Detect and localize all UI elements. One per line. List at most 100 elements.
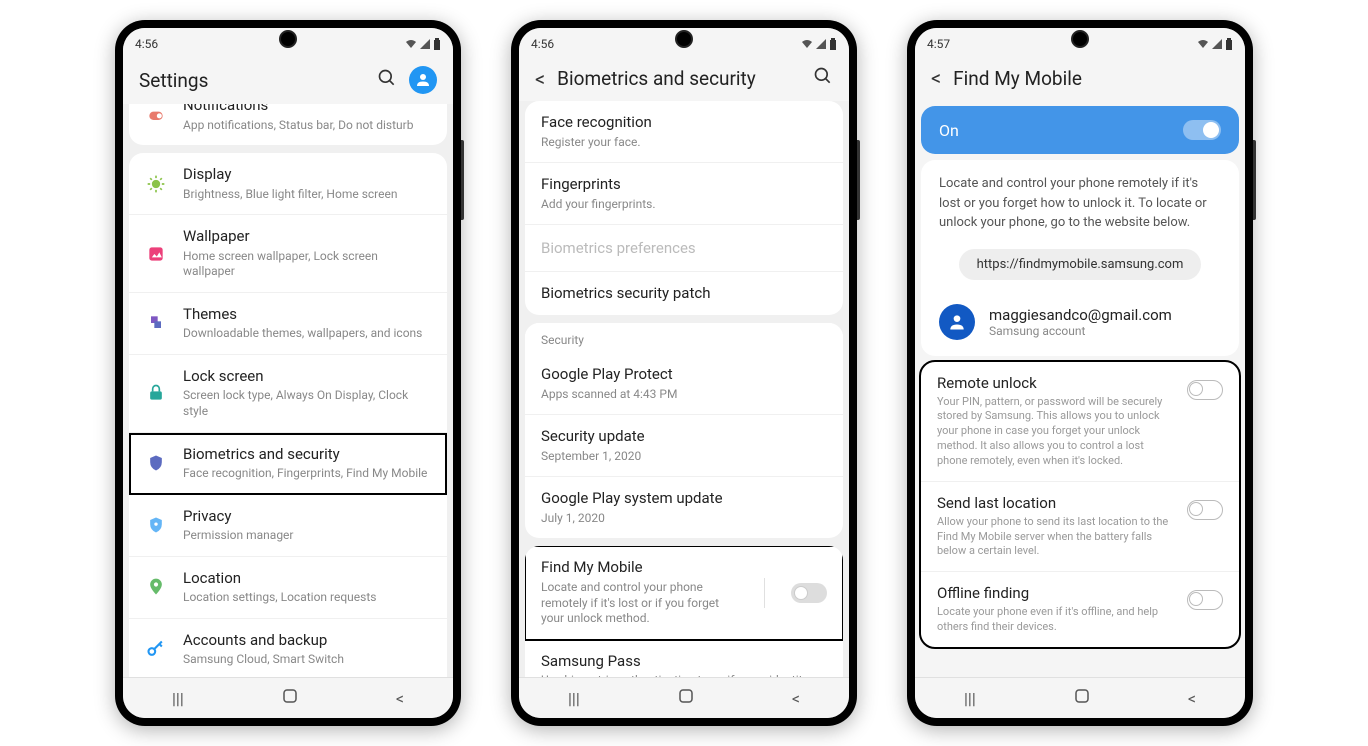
nav-home-icon[interactable]	[282, 688, 298, 708]
option-remote-unlock[interactable]: Remote unlock Your PIN, pattern, or pass…	[921, 362, 1239, 482]
camera-hole	[675, 30, 693, 48]
fmm-content[interactable]: On Locate and control your phone remotel…	[915, 100, 1245, 677]
option-text: Remote unlock Your PIN, pattern, or pass…	[937, 374, 1175, 469]
item-text: Accounts and backup Samsung Cloud, Smart…	[183, 631, 431, 668]
item-text: Security update September 1, 2020	[541, 427, 827, 464]
nav-back-icon[interactable]: <	[396, 689, 404, 708]
master-toggle[interactable]	[1183, 120, 1221, 140]
screen-2: 4:56 < Biometrics and security Face reco…	[519, 28, 849, 718]
nav-recent-icon[interactable]: |||	[568, 689, 580, 708]
fmm-options-highlighted: Remote unlock Your PIN, pattern, or pass…	[921, 362, 1239, 647]
nav-bar: ||| <	[519, 677, 849, 718]
on-label: On	[939, 121, 959, 140]
item-sub: Locate and control your phone remotely i…	[541, 580, 738, 627]
item-sub: Add your fingerprints.	[541, 197, 827, 213]
option-title: Send last location	[937, 494, 1175, 512]
clock: 4:56	[531, 37, 554, 51]
item-text: Samsung Pass Use biometric authenticatio…	[541, 652, 827, 677]
divider	[764, 578, 765, 608]
item-samsung-pass[interactable]: Samsung Pass Use biometric authenticatio…	[525, 640, 843, 677]
section-header-security: Security	[525, 323, 843, 353]
master-toggle-banner[interactable]: On	[921, 106, 1239, 154]
nav-back-icon[interactable]: <	[1188, 689, 1196, 708]
item-text: Find My Mobile Locate and control your p…	[541, 558, 738, 626]
phone-frame-3: 4:57 < Find My Mobile On Locate and cont…	[907, 20, 1253, 726]
page-title: Biometrics and security	[557, 67, 801, 90]
search-icon[interactable]	[813, 66, 833, 91]
settings-item-privacy[interactable]: Privacy Permission manager	[129, 495, 447, 557]
item-title: Display	[183, 165, 431, 185]
item-title: Face recognition	[541, 113, 827, 133]
item-face-recognition[interactable]: Face recognition Register your face.	[525, 101, 843, 163]
settings-list[interactable]: Notifications App notifications, Status …	[123, 104, 453, 677]
item-text: Lock screen Screen lock type, Always On …	[183, 367, 431, 420]
item-google-play-protect[interactable]: Google Play Protect Apps scanned at 4:43…	[525, 353, 843, 415]
settings-item-shield[interactable]: Biometrics and security Face recognition…	[129, 433, 447, 495]
nav-recent-icon[interactable]: |||	[172, 689, 184, 708]
biometrics-list[interactable]: Face recognition Register your face. Fin…	[519, 101, 849, 677]
item-sub: Downloadable themes, wallpapers, and ico…	[183, 326, 431, 342]
info-card: Locate and control your phone remotely i…	[921, 160, 1239, 356]
item-security-update[interactable]: Security update September 1, 2020	[525, 415, 843, 477]
settings-item-lock[interactable]: Lock screen Screen lock type, Always On …	[129, 355, 447, 433]
item-text: Themes Downloadable themes, wallpapers, …	[183, 305, 431, 342]
nav-home-icon[interactable]	[1074, 688, 1090, 708]
item-title: Google Play Protect	[541, 365, 827, 385]
toggle[interactable]	[791, 583, 827, 603]
account-email: maggiesandco@gmail.com	[989, 306, 1172, 324]
settings-item-display[interactable]: Display Brightness, Blue light filter, H…	[129, 153, 447, 215]
item-title: Security update	[541, 427, 827, 447]
item-text: Google Play system update July 1, 2020	[541, 489, 827, 526]
biometrics-header: < Biometrics and security	[519, 56, 849, 101]
item-sub: App notifications, Status bar, Do not di…	[183, 118, 431, 134]
item-title: Google Play system update	[541, 489, 827, 509]
search-icon[interactable]	[377, 68, 397, 93]
profile-avatar[interactable]	[409, 66, 437, 94]
item-sub: Home screen wallpaper, Lock screen wallp…	[183, 249, 431, 280]
item-title: Fingerprints	[541, 175, 827, 195]
themes-icon	[145, 312, 167, 334]
battery-icon	[829, 38, 837, 50]
phone-frame-1: 4:56 Settings Notifications App notifica…	[115, 20, 461, 726]
item-text: Biometrics and security Face recognition…	[183, 445, 431, 482]
settings-item-themes[interactable]: Themes Downloadable themes, wallpapers, …	[129, 293, 447, 355]
screen-1: 4:56 Settings Notifications App notifica…	[123, 28, 453, 718]
item-title: Wallpaper	[183, 227, 431, 247]
option-offline-finding[interactable]: Offline finding Locate your phone even i…	[921, 572, 1239, 647]
item-find-my-mobile[interactable]: Find My Mobile Locate and control your p…	[525, 546, 843, 639]
settings-item-key[interactable]: Accounts and backup Samsung Cloud, Smart…	[129, 619, 447, 677]
fmm-url[interactable]: https://findmymobile.samsung.com	[959, 249, 1202, 280]
nav-back-icon[interactable]: <	[792, 689, 800, 708]
signal-icon	[1212, 39, 1222, 49]
toggle[interactable]	[1187, 500, 1223, 520]
item-title: Biometrics preferences	[541, 239, 827, 259]
item-text: Privacy Permission manager	[183, 507, 431, 544]
back-icon[interactable]: <	[535, 67, 545, 91]
account-info: maggiesandco@gmail.com Samsung account	[989, 306, 1172, 338]
option-title: Remote unlock	[937, 374, 1175, 392]
nav-bar: ||| <	[123, 677, 453, 718]
nav-bar: ||| <	[915, 677, 1245, 718]
screen-3: 4:57 < Find My Mobile On Locate and cont…	[915, 28, 1245, 718]
option-text: Send last location Allow your phone to s…	[937, 494, 1175, 560]
nav-home-icon[interactable]	[678, 688, 694, 708]
item-title: Samsung Pass	[541, 652, 827, 672]
option-send-last-location[interactable]: Send last location Allow your phone to s…	[921, 482, 1239, 573]
item-fingerprints[interactable]: Fingerprints Add your fingerprints.	[525, 163, 843, 225]
back-icon[interactable]: <	[931, 66, 941, 90]
item-sub: September 1, 2020	[541, 449, 827, 465]
toggle[interactable]	[1187, 380, 1223, 400]
nav-recent-icon[interactable]: |||	[964, 689, 976, 708]
toggle[interactable]	[1187, 590, 1223, 610]
item-google-play-system-update[interactable]: Google Play system update July 1, 2020	[525, 477, 843, 538]
item-biometrics-security-patch[interactable]: Biometrics security patch	[525, 272, 843, 316]
item-text: Notifications App notifications, Status …	[183, 104, 431, 133]
item-biometrics-preferences[interactable]: Biometrics preferences	[525, 225, 843, 272]
settings-item-location[interactable]: Location Location settings, Location req…	[129, 557, 447, 619]
info-text: Locate and control your phone remotely i…	[921, 160, 1239, 243]
wifi-icon	[1197, 39, 1209, 49]
account-row[interactable]: maggiesandco@gmail.com Samsung account	[921, 296, 1239, 356]
settings-item-wallpaper[interactable]: Wallpaper Home screen wallpaper, Lock sc…	[129, 215, 447, 293]
account-avatar-icon	[939, 304, 975, 340]
settings-item-notif[interactable]: Notifications App notifications, Status …	[129, 104, 447, 145]
